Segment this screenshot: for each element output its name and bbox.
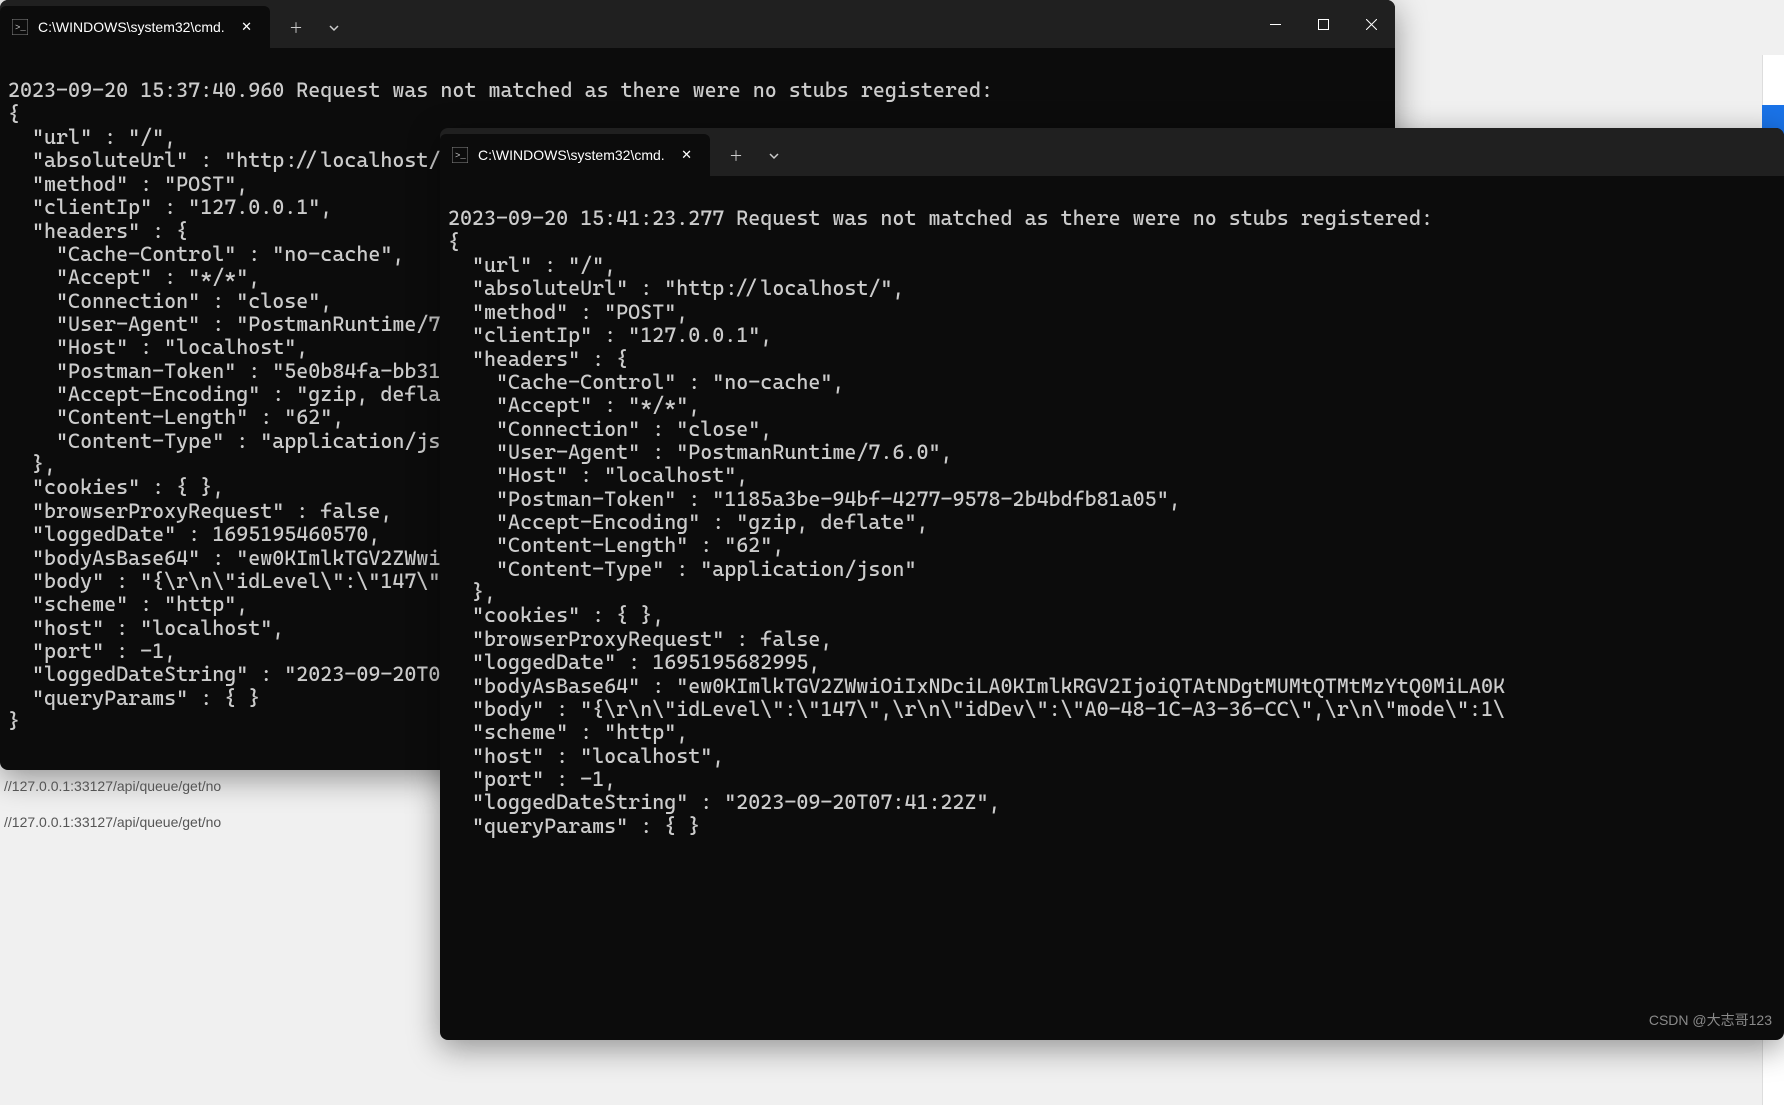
- watermark: CSDN @大志哥123: [1649, 1010, 1772, 1030]
- cmd-icon: >_: [452, 147, 468, 163]
- new-tab-button[interactable]: ＋: [278, 12, 314, 44]
- tab-close-button[interactable]: ✕: [675, 144, 698, 167]
- svg-text:>_: >_: [15, 23, 26, 33]
- terminal-tab[interactable]: >_ C:\WINDOWS\system32\cmd. ✕: [440, 134, 710, 176]
- svg-text:>_: >_: [455, 151, 466, 161]
- titlebar[interactable]: >_ C:\WINDOWS\system32\cmd. ✕ ＋: [440, 128, 1784, 176]
- background-url-list: //127.0.0.1:33127/api/queue/get/no //127…: [0, 778, 221, 850]
- tab-title: C:\WINDOWS\system32\cmd.: [38, 19, 225, 35]
- tab-toolbar: ＋: [278, 0, 352, 48]
- new-tab-button[interactable]: ＋: [718, 140, 754, 172]
- titlebar[interactable]: >_ C:\WINDOWS\system32\cmd. ✕ ＋: [0, 0, 1395, 48]
- maximize-button[interactable]: [1299, 0, 1347, 48]
- url-line: //127.0.0.1:33127/api/queue/get/no: [0, 778, 221, 794]
- tab-close-button[interactable]: ✕: [235, 16, 258, 39]
- terminal-output[interactable]: 2023-09-20 15:41:23.277 Request was not …: [440, 176, 1784, 1040]
- tab-dropdown-button[interactable]: [316, 12, 352, 44]
- terminal-window-2: >_ C:\WINDOWS\system32\cmd. ✕ ＋ 2023-09-…: [440, 128, 1784, 1040]
- url-line: //127.0.0.1:33127/api/queue/get/no: [0, 814, 221, 830]
- tab-toolbar: ＋: [718, 128, 792, 176]
- minimize-button[interactable]: [1251, 0, 1299, 48]
- tab-title: C:\WINDOWS\system32\cmd.: [478, 147, 665, 163]
- close-window-button[interactable]: [1347, 0, 1395, 48]
- window-controls: [1251, 0, 1395, 48]
- cmd-icon: >_: [12, 19, 28, 35]
- terminal-tab[interactable]: >_ C:\WINDOWS\system32\cmd. ✕: [0, 6, 270, 48]
- tab-dropdown-button[interactable]: [756, 140, 792, 172]
